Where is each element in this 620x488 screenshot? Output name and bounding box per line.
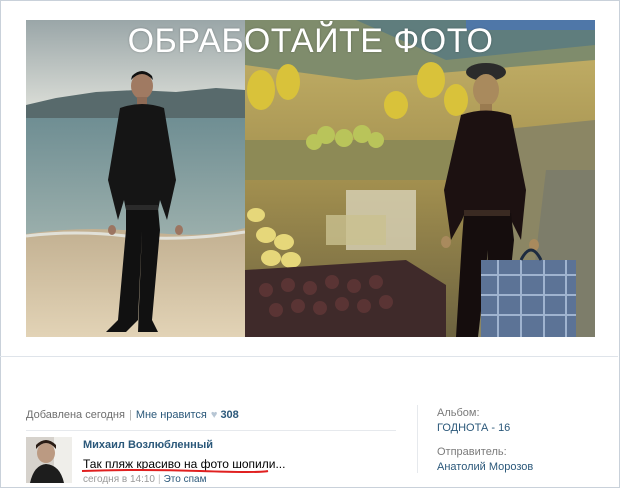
added-date: Добавлена сегодня xyxy=(26,409,125,421)
heart-icon[interactable]: ♥ xyxy=(211,409,218,421)
album-link[interactable]: ГОДНОТА - 16 xyxy=(437,422,510,434)
spam-link[interactable]: Это спам xyxy=(164,474,207,485)
comment-meta: сегодня в 14:10 | Это спам xyxy=(83,474,206,485)
avatar-image xyxy=(26,437,72,483)
sender-label: Отправитель: xyxy=(437,446,507,458)
divider xyxy=(0,356,618,357)
album-label: Альбом: xyxy=(437,407,480,419)
comment-author[interactable]: Михаил Возлюбленный xyxy=(83,439,213,451)
avatar[interactable] xyxy=(26,437,72,483)
photo-illustration xyxy=(26,20,595,337)
like-button[interactable]: Мне нравится xyxy=(136,409,207,421)
comment-meta-separator: | xyxy=(158,474,161,485)
like-count[interactable]: 308 xyxy=(220,409,238,421)
plaid-bag xyxy=(481,248,576,337)
vertical-divider xyxy=(417,405,418,473)
sender-link[interactable]: Анатолий Морозов xyxy=(437,461,533,473)
photo[interactable]: ОБРАБОТАЙТЕ ФОТО xyxy=(26,20,595,337)
photo-caption: ОБРАБОТАЙТЕ ФОТО xyxy=(127,22,494,60)
photo-meta: Добавлена сегодня | Мне нравится ♥ 308 xyxy=(26,409,239,421)
meta-divider xyxy=(26,430,396,431)
meta-separator: | xyxy=(128,409,132,421)
comment-time[interactable]: сегодня в 14:10 xyxy=(83,474,155,485)
